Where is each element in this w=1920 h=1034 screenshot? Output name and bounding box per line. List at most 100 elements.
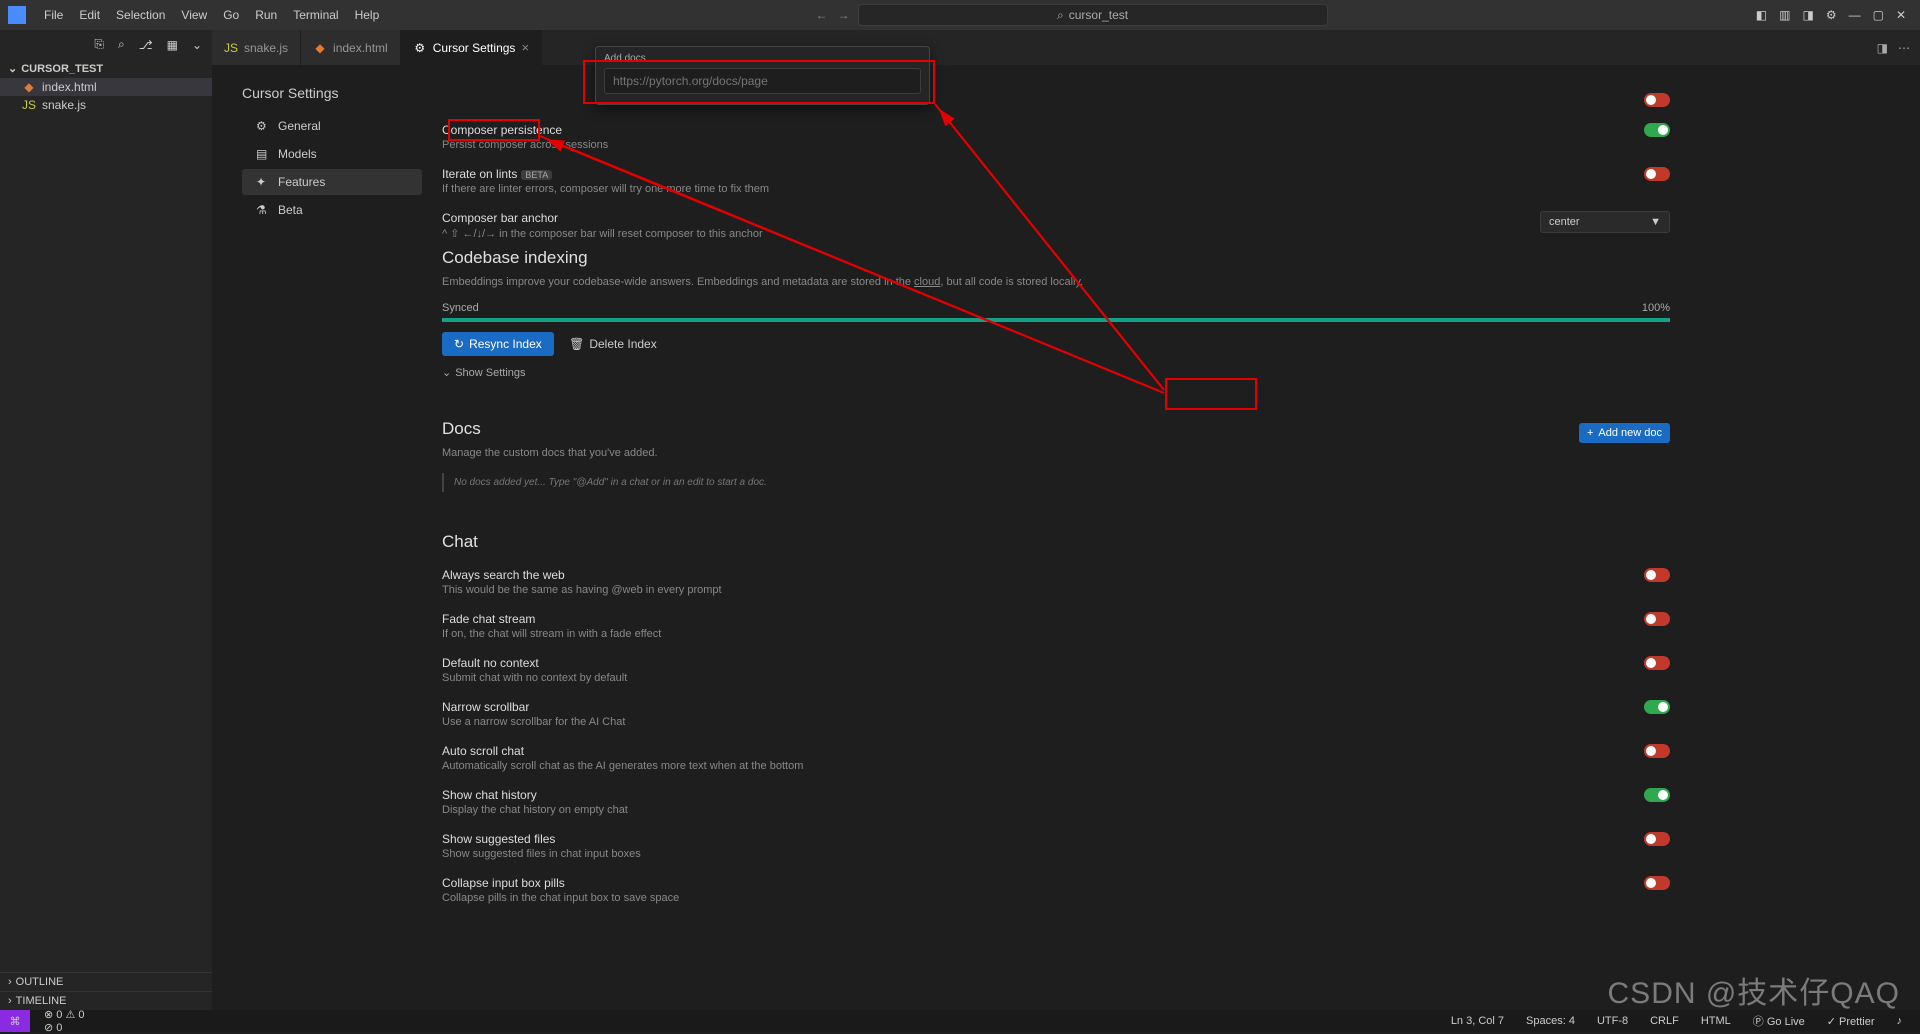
file-item[interactable]: ◆index.html — [0, 78, 212, 96]
tab[interactable]: ⚙ Cursor Settings × — [401, 30, 542, 65]
outline-section[interactable]: ›OUTLINE — [0, 972, 212, 991]
nav-back-icon[interactable]: ← — [816, 8, 828, 22]
section-title: Codebase indexing — [442, 248, 1670, 268]
toggle[interactable] — [1644, 612, 1670, 626]
setting-label: Fade chat stream — [442, 612, 661, 626]
menu-help[interactable]: Help — [347, 4, 388, 26]
toggle[interactable] — [1644, 167, 1670, 181]
sync-percent: 100% — [1642, 302, 1670, 314]
setting-label: Narrow scrollbar — [442, 700, 625, 714]
add-doc-button[interactable]: + Add new doc — [1579, 423, 1670, 443]
nav-label: Models — [278, 147, 317, 161]
status-item[interactable]: ♪ — [1893, 1013, 1907, 1029]
menu-go[interactable]: Go — [215, 4, 247, 26]
file-icon: ⚙ — [413, 41, 427, 55]
status-item[interactable]: ⊘ 0 — [40, 1021, 88, 1034]
status-item[interactable]: Ln 3, Col 7 — [1447, 1013, 1508, 1029]
tabs-row: JSsnake.js◆index.html ⚙ Cursor Settings × ◨ ⋯ — [212, 30, 1920, 65]
toggle[interactable] — [1644, 568, 1670, 582]
nav-beta[interactable]: ⚗ Beta — [242, 197, 422, 223]
branch-icon[interactable]: ⎇ — [139, 38, 153, 52]
status-item[interactable]: Spaces: 4 — [1522, 1013, 1579, 1029]
beta-tag: BETA — [521, 170, 552, 180]
maximize-icon[interactable]: ▢ — [1873, 8, 1884, 22]
menu-run[interactable]: Run — [247, 4, 285, 26]
tab-label: index.html — [333, 41, 388, 55]
status-right: Ln 3, Col 7 Spaces: 4 UTF-8 CRLF HTML Ⓟ Go Li… — [1447, 1013, 1920, 1029]
more-icon[interactable]: ⋯ — [1898, 41, 1910, 55]
tab-label: snake.js — [244, 41, 288, 55]
toggle[interactable] — [1644, 876, 1670, 890]
layout-secondary-icon[interactable]: ◨ — [1802, 8, 1813, 22]
toggle[interactable] — [1644, 744, 1670, 758]
toggle[interactable] — [1644, 788, 1670, 802]
ext-icon[interactable]: ▦ — [167, 38, 178, 52]
menu-terminal[interactable]: Terminal — [285, 4, 346, 26]
status-item[interactable]: ⊗ 0 ⚠ 0 — [40, 1008, 88, 1021]
nav-forward-icon[interactable]: → — [838, 8, 850, 22]
setting-row: Always search the webThis would be the s… — [442, 560, 1670, 604]
split-icon[interactable]: ◨ — [1877, 41, 1888, 55]
setting-row: Composer bar anchor^ ⇧ ←/↓/→ in the comp… — [442, 203, 1670, 248]
nav-icon: ▤ — [256, 147, 270, 161]
toggle[interactable] — [1644, 93, 1670, 107]
status-item[interactable]: UTF-8 — [1593, 1013, 1632, 1029]
setting-desc: Collapse pills in the chat input box to … — [442, 892, 679, 904]
toggle[interactable] — [1644, 832, 1670, 846]
chevron-down-icon: ⌄ — [442, 366, 451, 379]
search-sidebar-icon[interactable]: ⌕ — [118, 37, 125, 52]
dropdown[interactable]: center▼ — [1540, 211, 1670, 233]
setting-desc: If on, the chat will stream in with a fa… — [442, 628, 661, 640]
layout-panel-icon[interactable]: ▥ — [1779, 8, 1790, 22]
folder-header[interactable]: ⌄ CURSOR_TEST — [0, 59, 212, 78]
layout-primary-icon[interactable]: ◧ — [1756, 8, 1767, 22]
tab[interactable]: ◆index.html — [301, 30, 401, 65]
status-left: ⌘ ⊗ 0 ⚠ 0⊘ 0 — [0, 1008, 88, 1034]
delete-index-button[interactable]: 🗑 Delete Index — [557, 332, 669, 356]
status-item[interactable]: ✓ Prettier — [1823, 1013, 1879, 1029]
docs-url-input[interactable] — [604, 68, 921, 94]
nav-label: Beta — [278, 203, 303, 217]
status-item[interactable]: CRLF — [1646, 1013, 1683, 1029]
setting-row: Show chat historyDisplay the chat histor… — [442, 780, 1670, 824]
toggle[interactable] — [1644, 700, 1670, 714]
menu-view[interactable]: View — [173, 4, 215, 26]
resync-button[interactable]: ↻ Resync Index — [442, 332, 554, 356]
toggle[interactable] — [1644, 656, 1670, 670]
remote-button[interactable]: ⌘ — [0, 1010, 30, 1032]
explorer-icon[interactable]: ⎘ — [94, 37, 104, 52]
settings-page: Cursor Settings ⚙General ▤ Models ✦Features… — [212, 65, 1920, 1010]
show-settings-toggle[interactable]: ⌄Show Settings — [442, 366, 1670, 379]
close-icon[interactable]: ✕ — [1896, 8, 1906, 22]
tab[interactable]: JSsnake.js — [212, 30, 301, 65]
chevron-down-icon[interactable]: ⌄ — [192, 38, 202, 52]
settings-content[interactable]: Composer persistencePersist composer acr… — [422, 65, 1920, 1010]
popup-label: Add docs — [604, 53, 921, 64]
settings-title: Cursor Settings — [242, 85, 422, 113]
label: Delete Index — [589, 337, 656, 351]
add-docs-popup: Add docs — [595, 46, 930, 105]
file-name: index.html — [42, 80, 97, 94]
nav-models[interactable]: ▤ Models — [242, 141, 422, 167]
status-item[interactable]: HTML — [1697, 1013, 1735, 1029]
settings-icon[interactable]: ⚙ — [1826, 8, 1837, 22]
command-center[interactable]: ⌕ cursor_test — [858, 4, 1328, 26]
close-icon[interactable]: × — [521, 40, 529, 55]
minimize-icon[interactable]: — — [1849, 8, 1861, 22]
setting-row: Iterate on lintsBETAIf there are linter … — [442, 159, 1670, 203]
nav-icon: ⚗ — [256, 203, 270, 217]
file-name: snake.js — [42, 98, 86, 112]
menu-file[interactable]: File — [36, 4, 71, 26]
setting-row: Composer persistencePersist composer acr… — [442, 115, 1670, 159]
setting-row: Default no contextSubmit chat with no co… — [442, 648, 1670, 692]
file-item[interactable]: JSsnake.js — [0, 96, 212, 114]
menu-edit[interactable]: Edit — [71, 4, 108, 26]
cloud-link[interactable]: cloud — [914, 276, 940, 288]
nav-general[interactable]: ⚙General — [242, 113, 422, 139]
toggle[interactable] — [1644, 123, 1670, 137]
tab-label: Cursor Settings — [433, 41, 516, 55]
nav-features[interactable]: ✦Features — [242, 169, 422, 195]
status-item[interactable]: Ⓟ Go Live — [1749, 1013, 1809, 1029]
menu-selection[interactable]: Selection — [108, 4, 173, 26]
setting-label: Composer persistence — [442, 123, 608, 137]
